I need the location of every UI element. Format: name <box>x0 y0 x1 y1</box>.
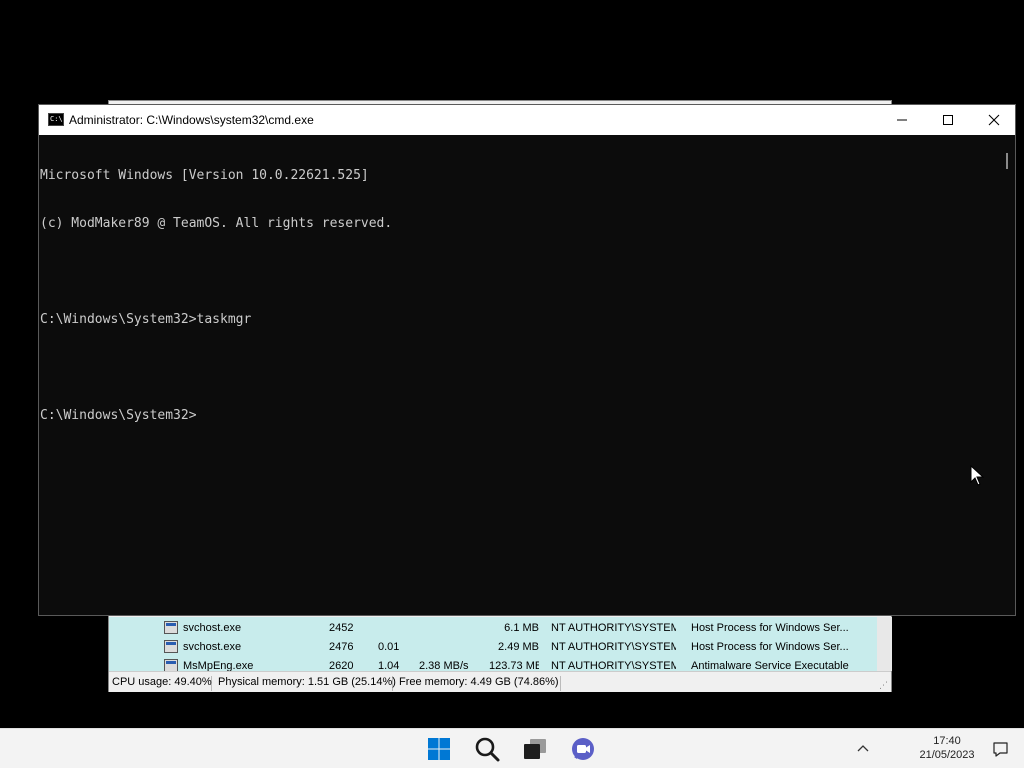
maximize-button[interactable] <box>925 105 971 135</box>
window-title: Administrator: C:\Windows\system32\cmd.e… <box>69 113 314 127</box>
process-user: NT AUTHORITY\SYSTEM <box>551 622 676 634</box>
process-description: Host Process for Windows Ser... <box>691 622 849 634</box>
physical-memory-status: Physical memory: 1.51 GB (25.14%) <box>215 676 396 691</box>
console-prompt: C:\Windows\System32> <box>40 408 197 423</box>
process-name: MsMpEng.exe <box>183 660 254 671</box>
process-list-scrollbar[interactable] <box>877 617 892 671</box>
console-line: C:\Windows\System32>taskmgr <box>40 312 252 327</box>
clock-time: 17:40 <box>933 735 961 747</box>
table-row[interactable]: svchost.exe 2452 6.1 MB NT AUTHORITY\SYS… <box>109 619 877 638</box>
search-icon[interactable] <box>473 735 501 763</box>
resize-grip-icon[interactable]: ⋰ <box>879 680 889 690</box>
process-user: NT AUTHORITY\SYSTEM <box>551 660 676 671</box>
maximize-icon <box>943 115 953 125</box>
console-output: Microsoft Windows [Version 10.0.22621.52… <box>40 136 392 456</box>
cmd-app-icon[interactable]: C:\ <box>48 113 64 126</box>
process-memory: 6.1 MB <box>504 622 539 634</box>
mouse-cursor-icon <box>970 465 985 486</box>
console-area[interactable]: Microsoft Windows [Version 10.0.22621.52… <box>39 135 999 615</box>
process-icon <box>164 659 178 671</box>
process-description: Antimalware Service Executable <box>691 660 849 671</box>
process-list[interactable]: svchost.exe 2452 6.1 MB NT AUTHORITY\SYS… <box>109 617 877 671</box>
scrollbar-thumb[interactable] <box>1006 153 1008 169</box>
close-icon <box>988 114 1000 126</box>
process-name: svchost.exe <box>183 622 242 634</box>
cpu-usage-status: CPU usage: 49.40% <box>109 676 212 691</box>
process-cpu: 0.01 <box>378 641 400 653</box>
clock-date: 21/05/2023 <box>919 749 975 761</box>
process-pid: 2620 <box>329 660 354 671</box>
free-memory-status: Free memory: 4.49 GB (74.86%) <box>396 676 561 691</box>
process-icon <box>164 621 178 634</box>
process-pid: 2476 <box>329 641 354 653</box>
cmd-window[interactable]: C:\ Administrator: C:\Windows\system32\c… <box>38 104 1016 616</box>
notification-icon[interactable] <box>992 741 1009 758</box>
process-pid: 2452 <box>329 622 354 634</box>
system-clock[interactable]: 17:40 21/05/2023 <box>912 734 982 762</box>
teams-chat-icon[interactable] <box>569 735 597 763</box>
status-bar: CPU usage: 49.40% Physical memory: 1.51 … <box>109 671 891 692</box>
chevron-up-icon[interactable] <box>855 741 871 757</box>
process-cpu: 1.04 <box>378 660 400 671</box>
console-line: Microsoft Windows [Version 10.0.22621.52… <box>40 168 369 183</box>
desktop: svchost.exe 2452 6.1 MB NT AUTHORITY\SYS… <box>0 0 1024 728</box>
table-row[interactable]: svchost.exe 2476 0.01 2.49 MB NT AUTHORI… <box>109 638 877 657</box>
task-view-icon[interactable] <box>521 735 549 763</box>
close-button[interactable] <box>971 105 1017 135</box>
process-name: svchost.exe <box>183 641 242 653</box>
process-io: 2.38 MB/s <box>419 660 469 671</box>
process-description: Host Process for Windows Ser... <box>691 641 849 653</box>
console-scrollbar[interactable] <box>1001 135 1015 615</box>
process-icon <box>164 640 178 653</box>
taskbar: 17:40 21/05/2023 <box>0 728 1024 768</box>
console-line: (c) ModMaker89 @ TeamOS. All rights rese… <box>40 216 393 231</box>
windows-start-icon[interactable] <box>425 735 453 763</box>
title-bar[interactable]: C:\ Administrator: C:\Windows\system32\c… <box>39 105 1015 135</box>
minimize-icon <box>897 119 907 121</box>
process-memory: 123.73 MB <box>489 660 539 671</box>
minimize-button[interactable] <box>879 105 925 135</box>
process-user: NT AUTHORITY\SYSTEM <box>551 641 676 653</box>
table-row[interactable]: MsMpEng.exe 2620 1.04 2.38 MB/s 123.73 M… <box>109 657 877 671</box>
process-memory: 2.49 MB <box>498 641 539 653</box>
